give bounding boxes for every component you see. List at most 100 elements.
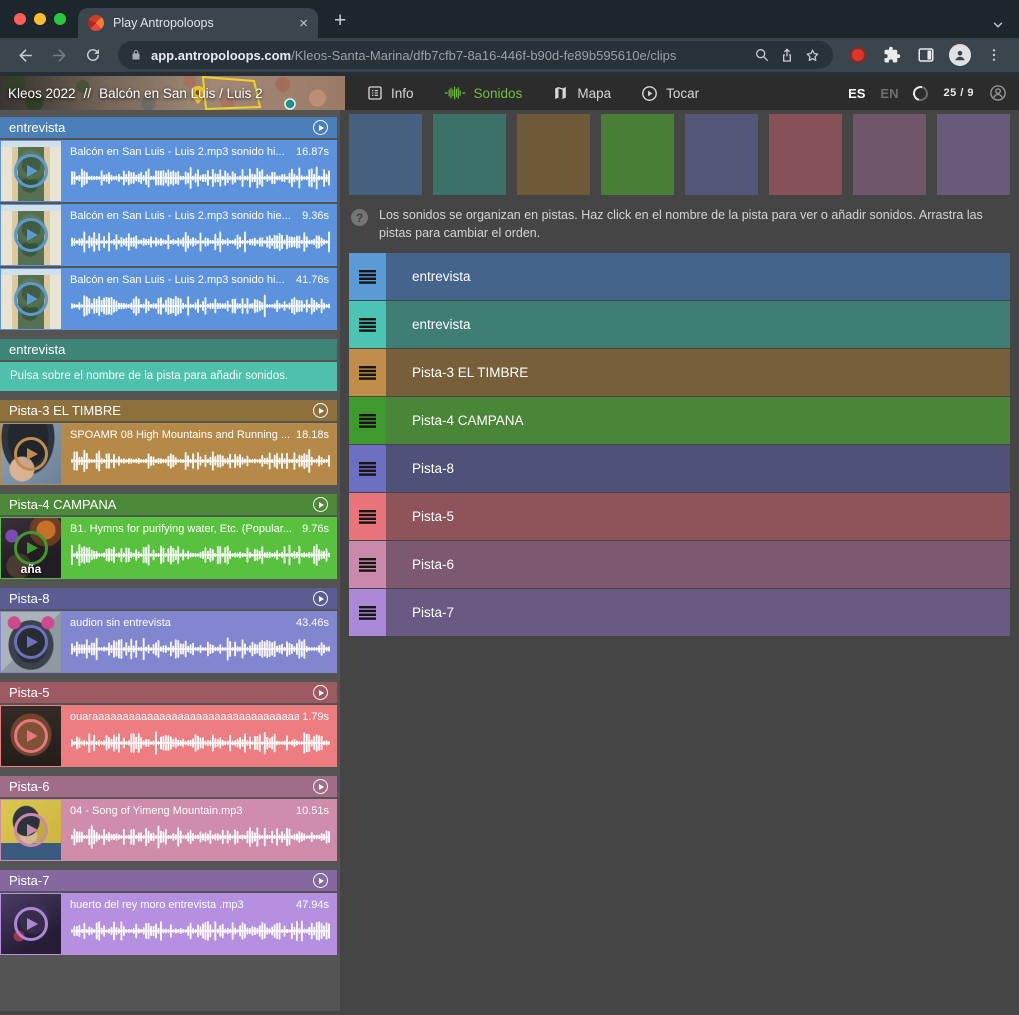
share-icon[interactable] — [779, 47, 795, 63]
track-row[interactable]: Pista-5 — [349, 493, 1010, 540]
zoom-page-icon[interactable] — [754, 47, 770, 63]
track-play-icon[interactable] — [313, 591, 328, 606]
clip-play-icon[interactable] — [14, 282, 48, 316]
bookmark-star-icon[interactable] — [804, 47, 821, 64]
audio-clip[interactable]: audion sin entrevista 43.46s — [0, 611, 337, 673]
drag-handle[interactable] — [349, 253, 386, 300]
clip-play-icon[interactable] — [14, 218, 48, 252]
track-play-icon[interactable] — [313, 873, 328, 888]
audio-clip[interactable]: huerto del rey moro entrevista .mp3 47.9… — [0, 893, 337, 955]
browser-menu-icon[interactable] — [979, 40, 1009, 70]
track-row[interactable]: Pista-8 — [349, 445, 1010, 492]
track-header[interactable]: Pista-4 CAMPANA — [0, 494, 337, 515]
track-row-bar[interactable]: Pista-4 CAMPANA — [386, 397, 1010, 444]
drag-handle[interactable] — [349, 589, 386, 636]
track-row[interactable]: Pista-4 CAMPANA — [349, 397, 1010, 444]
forward-button[interactable] — [44, 40, 74, 70]
track-play-icon[interactable] — [313, 685, 328, 700]
close-window-button[interactable] — [14, 13, 26, 25]
clip-thumbnail[interactable]: aña — [1, 518, 61, 578]
minimize-window-button[interactable] — [34, 13, 46, 25]
audio-clip[interactable]: aña B1. Hymns for purifying water, Etc. … — [0, 517, 337, 579]
drag-handle[interactable] — [349, 301, 386, 348]
track-row-bar[interactable]: entrevista — [386, 301, 1010, 348]
drag-handle[interactable] — [349, 445, 386, 492]
track-row-bar[interactable]: entrevista — [386, 253, 1010, 300]
clip-thumbnail[interactable] — [1, 612, 61, 672]
audio-clip[interactable]: SPOAMR 08 High Mountains and Running ...… — [0, 423, 337, 485]
clip-play-icon[interactable] — [14, 531, 48, 565]
side-panel-icon[interactable] — [911, 40, 941, 70]
track-name: Pista-4 CAMPANA — [9, 497, 116, 512]
track-play-icon[interactable] — [313, 497, 328, 512]
audio-clip[interactable]: Balcón en San Luis - Luis 2.mp3 sonido h… — [0, 140, 337, 202]
tab-mapa[interactable]: Mapa — [552, 85, 611, 101]
drag-handle[interactable] — [349, 493, 386, 540]
back-button[interactable] — [10, 40, 40, 70]
track-row[interactable]: Pista-3 EL TIMBRE — [349, 349, 1010, 396]
track-row[interactable]: entrevista — [349, 253, 1010, 300]
browser-tab[interactable]: Play Antropoloops × — [78, 8, 318, 38]
clip-play-icon[interactable] — [14, 625, 48, 659]
track-header[interactable]: entrevista — [0, 117, 337, 138]
clip-duration: 43.46s — [296, 617, 329, 629]
tab-tocar[interactable]: Tocar — [641, 85, 699, 102]
track-header[interactable]: Pista-6 — [0, 776, 337, 797]
tab-search-chevron-icon[interactable] — [991, 18, 1005, 37]
lang-es-button[interactable]: ES — [848, 86, 865, 101]
audio-clip[interactable]: ouaraaaaaaaaaaaaaaaaaaaaaaaaaaaaaaaaaaa.… — [0, 705, 337, 767]
clip-play-icon[interactable] — [14, 719, 48, 753]
browser-toolbar: app.antropoloops.com/Kleos-Santa-Marina/… — [0, 38, 1019, 76]
audio-clip[interactable]: Balcón en San Luis - Luis 2.mp3 sonido h… — [0, 204, 337, 266]
clip-play-icon[interactable] — [14, 907, 48, 941]
track-header[interactable]: Pista-3 EL TIMBRE — [0, 400, 337, 421]
drag-handle[interactable] — [349, 349, 386, 396]
tab-close-icon[interactable]: × — [299, 16, 308, 31]
clip-play-icon[interactable] — [14, 437, 48, 471]
new-tab-button[interactable]: + — [334, 10, 346, 31]
drag-handle[interactable] — [349, 541, 386, 588]
address-bar[interactable]: app.antropoloops.com/Kleos-Santa-Marina/… — [118, 41, 833, 69]
sidebar-track-list: entrevista Balcón en San Luis - Luis 2.m… — [0, 117, 337, 955]
profile-avatar-icon[interactable] — [945, 40, 975, 70]
clip-thumbnail[interactable] — [1, 894, 61, 954]
audio-clip[interactable]: 04 - Song of Yimeng Mountain.mp3 10.51s — [0, 799, 337, 861]
clip-thumbnail[interactable] — [1, 205, 61, 265]
track-header[interactable]: Pista-8 — [0, 588, 337, 609]
track-row[interactable]: Pista-7 — [349, 589, 1010, 636]
account-icon[interactable] — [989, 84, 1007, 102]
clip-thumbnail[interactable] — [1, 269, 61, 329]
clip-thumbnail[interactable] — [1, 424, 61, 484]
track-header[interactable]: Pista-7 — [0, 870, 337, 891]
clip-play-icon[interactable] — [14, 813, 48, 847]
clip-play-icon[interactable] — [14, 154, 48, 188]
track-row[interactable]: Pista-6 — [349, 541, 1010, 588]
extensions-puzzle-icon[interactable] — [877, 40, 907, 70]
clip-thumbnail[interactable] — [1, 706, 61, 766]
window-controls[interactable] — [14, 13, 66, 25]
tab-sonidos[interactable]: Sonidos — [444, 85, 523, 101]
track-header[interactable]: Pista-5 — [0, 682, 337, 703]
track-row-bar[interactable]: Pista-6 — [386, 541, 1010, 588]
track-play-icon[interactable] — [313, 120, 328, 135]
fullscreen-window-button[interactable] — [54, 13, 66, 25]
track-row[interactable]: entrevista — [349, 301, 1010, 348]
clip-thumbnail[interactable] — [1, 800, 61, 860]
drag-handle[interactable] — [349, 397, 386, 444]
track-row-bar[interactable]: Pista-5 — [386, 493, 1010, 540]
lang-en-button[interactable]: EN — [880, 86, 898, 101]
clip-thumbnail[interactable] — [1, 141, 61, 201]
track-row-bar[interactable]: Pista-7 — [386, 589, 1010, 636]
record-extension-icon[interactable] — [843, 40, 873, 70]
tab-info[interactable]: Info — [367, 85, 414, 101]
track-play-icon[interactable] — [313, 403, 328, 418]
reload-button[interactable] — [78, 40, 108, 70]
track-play-icon[interactable] — [313, 779, 328, 794]
track-row-bar[interactable]: Pista-8 — [386, 445, 1010, 492]
track-row-bar[interactable]: Pista-3 EL TIMBRE — [386, 349, 1010, 396]
empty-track-message: Pulsa sobre el nombre de la pista para a… — [0, 362, 337, 391]
clip-waveform — [70, 918, 331, 944]
audio-clip[interactable]: Balcón en San Luis - Luis 2.mp3 sonido h… — [0, 268, 337, 330]
project-title[interactable]: Kleos 2022 — [8, 86, 76, 101]
track-header[interactable]: entrevista — [0, 339, 337, 360]
